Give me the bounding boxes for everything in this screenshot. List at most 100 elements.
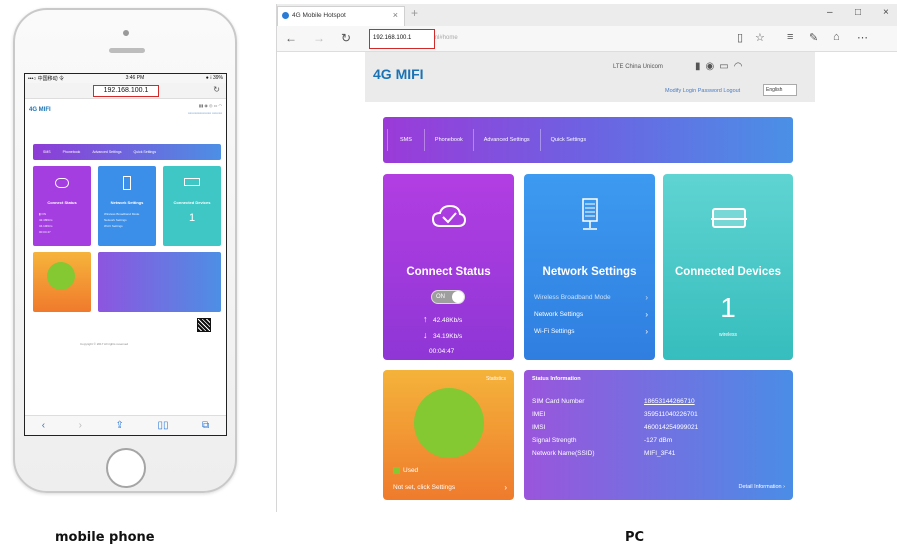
phone-header-links[interactable]: ▭▭▭▭▭▭▭ ▭▭▭	[188, 111, 222, 115]
notes-icon[interactable]: ✎	[809, 31, 818, 44]
info-value: -127 dBm	[644, 437, 673, 444]
browser-tab[interactable]: 4G Mobile Hotspot ×	[277, 6, 405, 26]
network-settings-title: Network Settings	[542, 266, 637, 278]
phone-statistics-tile[interactable]	[33, 252, 91, 312]
detail-information-link[interactable]: Detail Information ›	[739, 484, 785, 490]
server-icon	[123, 176, 131, 190]
phone-time: 3:46 PM	[125, 75, 145, 81]
favorite-star-icon[interactable]: ☆	[755, 31, 765, 44]
more-icon[interactable]: ⋯	[857, 31, 868, 44]
maximize-icon[interactable]: □	[855, 7, 861, 18]
phone-menu-phonebook[interactable]: Phonebook	[63, 150, 81, 154]
menu-sms[interactable]: SMS	[387, 129, 425, 151]
tabs-icon[interactable]: ⧉	[202, 420, 209, 431]
phone-url-bar: 192.168.100.1 ↻	[25, 83, 226, 99]
forward-icon[interactable]: ›	[79, 420, 82, 431]
url-host-highlight[interactable]: 192.168.100.1	[369, 29, 435, 49]
home-button[interactable]	[106, 448, 146, 488]
cloud-check-icon	[432, 204, 466, 227]
broadband-mode-link[interactable]: Wireless Broadband Mode ›	[534, 293, 648, 302]
language-select[interactable]: English	[763, 84, 797, 96]
forward-icon[interactable]: →	[313, 31, 325, 45]
connection-duration: 00:04:47	[429, 348, 455, 355]
chevron-right-icon: ›	[645, 310, 648, 319]
phone-footer: Copyright © 2017 All rights reserved	[80, 342, 129, 346]
menu-advanced-settings[interactable]: Advanced Settings	[474, 129, 541, 151]
phone-menu-bar[interactable]: SMS Phonebook Advanced Settings Quick Se…	[33, 144, 221, 160]
menu-quick-settings[interactable]: Quick Settings	[541, 129, 596, 151]
page-header: 4G MIFI LTE China Unicom ▮◉▭◠ Modify Log…	[365, 52, 815, 102]
hub-icon[interactable]: ≡	[787, 31, 793, 43]
pc-caption: PC	[625, 530, 645, 545]
router-web-page: 4G MIFI LTE China Unicom ▮◉▭◠ Modify Log…	[277, 52, 897, 512]
used-swatch	[393, 467, 400, 474]
connection-toggle[interactable]: ON	[431, 290, 465, 304]
download-speed: ↓ 34.19Kb/s	[423, 330, 462, 340]
phone-status-bar: •••○ 中国移动 令 3:46 PM ● ⅰ 39%	[25, 74, 226, 83]
wifi-settings-label: Wi-Fi Settings	[534, 328, 575, 335]
new-tab-icon[interactable]: +	[411, 6, 418, 20]
refresh-icon[interactable]: ↻	[341, 31, 351, 45]
pc-browser-window: 4G Mobile Hotspot × + – □ × ← → ↻ 192.16…	[276, 4, 897, 512]
share-icon[interactable]: ⇪	[116, 420, 124, 431]
device-count: 1	[720, 292, 736, 323]
mobile-phone-mockup: •••○ 中国移动 令 3:46 PM ● ⅰ 39% 192.168.100.…	[13, 8, 237, 493]
menu-phonebook[interactable]: Phonebook	[425, 129, 474, 151]
earpiece-speaker	[109, 48, 145, 53]
phone-menu-quick[interactable]: Quick Settings	[134, 150, 157, 154]
download-arrow-icon: ↓	[423, 330, 428, 340]
minimize-icon[interactable]: –	[827, 7, 833, 18]
phone-devices-count: 1	[188, 212, 196, 224]
phone-network-settings-tile[interactable]: Network Settings Wireless Broadband Mode…	[98, 166, 156, 246]
status-information-card: Status Information SIM Card Number 186531…	[524, 370, 793, 500]
reading-view-icon[interactable]: ▯	[737, 31, 743, 44]
info-key: Network Name(SSID)	[532, 450, 595, 457]
phone-connect-status-tile[interactable]: Connect Status ▮ ON 42.48Kb/s 34.19Kb/s …	[33, 166, 91, 246]
network-settings-link[interactable]: Network Settings ›	[534, 310, 648, 319]
qr-code	[197, 318, 211, 332]
phone-wifi-settings[interactable]: Wi-Fi Settings	[104, 224, 123, 228]
wifi-status-icon: ◉	[705, 61, 720, 72]
router-icon	[184, 178, 200, 186]
close-tab-icon[interactable]: ×	[393, 10, 398, 20]
phone-menu-advanced[interactable]: Advanced Settings	[92, 150, 121, 154]
connected-devices-card[interactable]: Connected Devices 1 wireless	[663, 174, 793, 360]
phone-toggle[interactable]: ▮ ON	[39, 212, 46, 216]
connected-devices-title: Connected Devices	[674, 266, 782, 278]
info-value: MIFI_3F41	[644, 450, 676, 457]
toggle-knob	[452, 291, 464, 303]
info-row-imsi: IMSI 460014254999021	[532, 424, 782, 431]
phone-screen: •••○ 中国移动 令 3:46 PM ● ⅰ 39% 192.168.100.…	[24, 73, 227, 436]
network-settings-card[interactable]: Network Settings Wireless Broadband Mode…	[524, 174, 655, 360]
network-settings-label: Network Settings	[534, 311, 584, 318]
phone-connect-title: Connect Status	[47, 200, 77, 205]
phone-menu-sms[interactable]: SMS	[43, 150, 51, 154]
wireless-icon: ◠	[733, 61, 748, 72]
bookmarks-icon[interactable]: ▯▯	[157, 420, 168, 431]
phone-connected-devices-tile[interactable]: Connected Devices 1	[163, 166, 221, 246]
back-icon[interactable]: ←	[285, 31, 297, 45]
wifi-settings-link[interactable]: Wi-Fi Settings ›	[534, 327, 648, 336]
status-icons: ▮◉▭◠	[695, 61, 747, 72]
share-icon[interactable]: ⌂	[833, 31, 840, 43]
battery-status: ● ⅰ 39%	[205, 75, 223, 81]
phone-network-settings-link[interactable]: Network Settings	[104, 218, 127, 222]
header-links[interactable]: Modify Login Password Logout	[665, 88, 740, 94]
upload-arrow-icon: ↑	[423, 314, 428, 324]
phone-address-field[interactable]: 192.168.100.1	[93, 85, 159, 97]
phone-upload-speed: 42.48Kb/s	[39, 218, 53, 222]
close-window-icon[interactable]: ×	[883, 7, 889, 18]
used-legend: Used	[393, 467, 418, 474]
back-icon[interactable]: ‹	[42, 420, 45, 431]
info-key: IMEI	[532, 411, 546, 418]
statistics-settings-link[interactable]: Not set, click Settings ›	[393, 483, 507, 492]
info-row-signal: Signal Strength -127 dBm	[532, 437, 782, 444]
statistics-card[interactable]: Statistics Used Not set, click Settings ›	[383, 370, 514, 500]
chevron-right-icon: ›	[645, 293, 648, 302]
phone-safari-toolbar: ‹ › ⇪ ▯▯ ⧉	[25, 415, 226, 435]
phone-status-info-tile[interactable]	[98, 252, 221, 312]
phone-duration: 00:04:47	[39, 230, 51, 234]
refresh-icon[interactable]: ↻	[213, 85, 220, 94]
phone-broadband-mode[interactable]: Wireless Broadband Mode	[104, 212, 139, 216]
connect-status-card[interactable]: Connect Status ON ↑ 42.48Kb/s ↓ 34.19Kb/s …	[383, 174, 514, 360]
